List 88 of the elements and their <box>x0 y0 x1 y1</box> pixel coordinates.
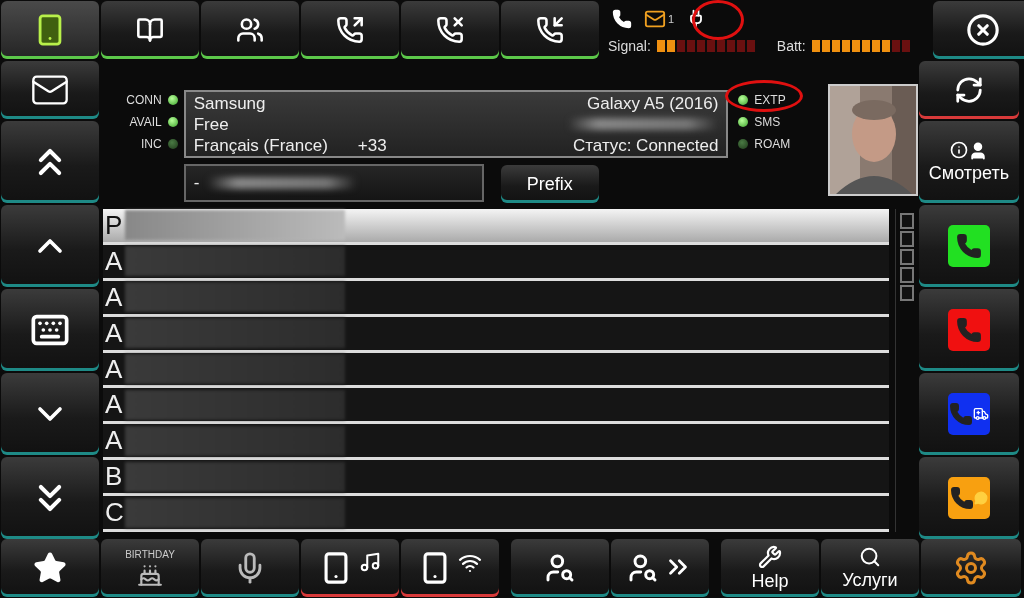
contact-initial: A <box>105 317 123 349</box>
music-icon <box>359 551 381 573</box>
phone-chat-icon <box>948 477 990 519</box>
operator-name: Free <box>193 114 230 135</box>
phone-music-button[interactable] <box>301 539 399 597</box>
contact-initial: A <box>105 389 123 421</box>
search-next-button[interactable] <box>611 539 709 597</box>
birthday-button[interactable]: BIRTHDAY <box>101 539 199 597</box>
contact-row[interactable]: A <box>103 316 890 353</box>
contact-row[interactable]: A <box>103 424 890 461</box>
phone-wifi-button[interactable] <box>401 539 499 597</box>
close-button[interactable] <box>932 1 1024 59</box>
contact-initial: A <box>105 281 123 313</box>
scroll-up-button[interactable] <box>1 205 99 287</box>
settings-button[interactable] <box>921 539 1021 597</box>
outgoing-call-icon <box>336 16 364 44</box>
contact-initial: A <box>105 353 123 385</box>
incoming-call-icon <box>536 16 564 44</box>
tab-button[interactable] <box>401 1 499 59</box>
people-icon <box>236 16 264 44</box>
services-button[interactable]: Услуги <box>821 539 919 597</box>
contact-row[interactable]: B <box>103 460 890 497</box>
page-up-button[interactable] <box>1 121 99 203</box>
contact-initial: C <box>105 497 123 529</box>
close-icon <box>965 13 1000 47</box>
call-icon <box>948 225 990 267</box>
telephone-icon <box>612 9 632 29</box>
info-icon <box>950 140 968 159</box>
contact-row[interactable]: A <box>103 388 890 425</box>
connection-status: Статус: Connected <box>571 135 719 156</box>
book-icon <box>136 16 164 44</box>
contact-search-icon <box>544 552 576 584</box>
sync-icon <box>954 75 984 105</box>
contact-initial: P <box>105 209 123 241</box>
contact-initial: B <box>105 461 123 493</box>
contact-row[interactable]: A <box>103 280 890 317</box>
scroll-down-button[interactable] <box>1 373 99 455</box>
mail-icon <box>644 8 666 30</box>
settings-icon <box>953 550 989 586</box>
annotation-circle <box>692 0 744 40</box>
star-button[interactable] <box>1 539 99 597</box>
contact-row[interactable]: P <box>103 209 890 245</box>
search-contact-button[interactable] <box>511 539 609 597</box>
indicator-label: EXTP <box>754 93 786 107</box>
page-down-button[interactable] <box>1 457 99 539</box>
view-button[interactable]: Смотреть <box>919 121 1019 203</box>
search-icon <box>859 545 881 568</box>
person-icon <box>968 140 988 161</box>
birthday-text: BIRTHDAY <box>125 548 175 560</box>
mic-button[interactable] <box>201 539 299 597</box>
indicator-label: CONN <box>126 93 162 107</box>
number-field[interactable]: - <box>183 164 484 202</box>
phone-icon <box>948 309 990 351</box>
tab-button[interactable] <box>101 1 199 59</box>
call-button[interactable] <box>919 205 1019 287</box>
indicator-label: AVAIL <box>129 115 162 129</box>
ambulance-phone-icon <box>948 393 990 435</box>
emergency-call-button[interactable] <box>919 373 1019 455</box>
device-brand: Samsung <box>193 93 267 114</box>
hang-up-button[interactable] <box>919 289 1019 371</box>
battery-label: Batt: <box>776 38 806 54</box>
tab-button[interactable] <box>1 1 99 59</box>
star-icon <box>33 551 67 585</box>
signal-label: Signal: <box>608 38 651 54</box>
keyboard-button[interactable] <box>1 289 99 371</box>
contact-initial: A <box>105 425 123 457</box>
wrench-icon <box>758 544 782 569</box>
missed-call-icon <box>436 16 464 44</box>
sync-button[interactable] <box>919 61 1019 119</box>
indicator-label: SMS <box>754 115 781 129</box>
message-button[interactable] <box>1 61 99 119</box>
voicemail-button[interactable] <box>919 457 1019 539</box>
contact-row[interactable]: A <box>103 352 890 389</box>
country-code: +33 <box>357 135 387 156</box>
prefix-button[interactable]: Prefix <box>500 165 599 203</box>
tab-button[interactable] <box>301 1 399 59</box>
contact-initial: A <box>105 245 123 277</box>
contact-row[interactable]: C <box>103 496 890 532</box>
contact-row[interactable]: A <box>103 244 890 281</box>
help-button[interactable]: Help <box>721 539 819 597</box>
indicator-label: ROAM <box>754 137 791 151</box>
device-model: Galaxy A5 (2016) <box>586 93 719 114</box>
contact-search-icon <box>627 552 659 584</box>
tab-button[interactable] <box>201 1 299 59</box>
tab-button[interactable] <box>501 1 599 59</box>
language-label: Français (France) <box>193 135 328 156</box>
indicator-label: INC <box>141 137 162 151</box>
mail-count: 1 <box>668 13 675 25</box>
